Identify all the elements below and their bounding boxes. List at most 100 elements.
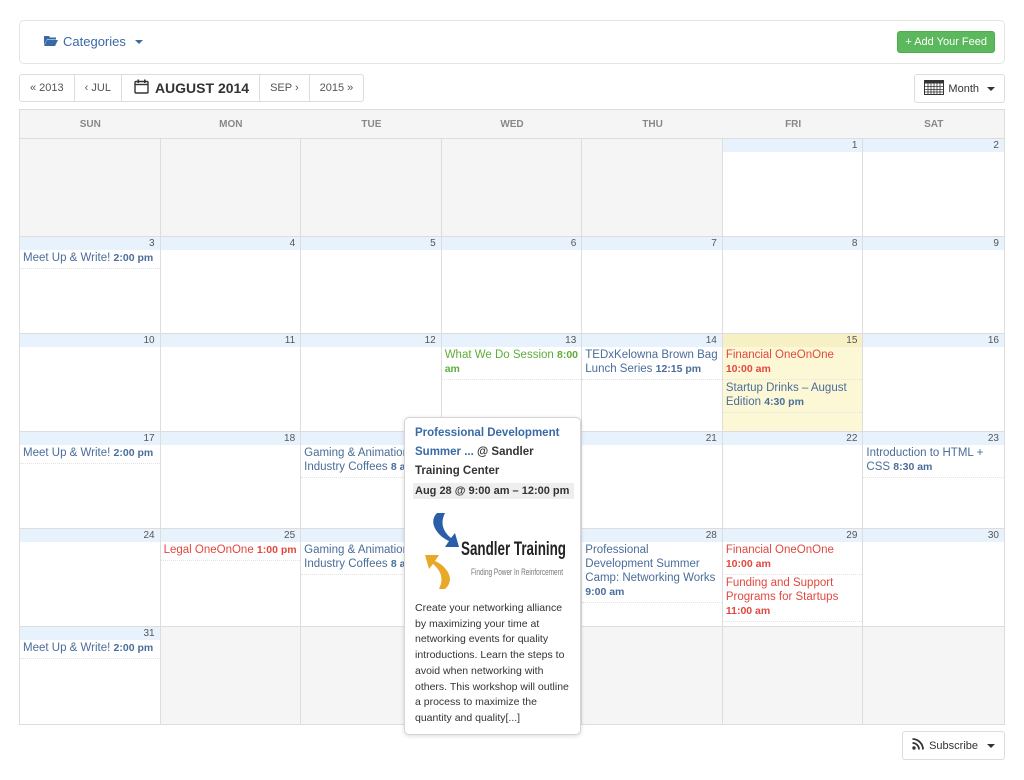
event-time: 10:00 am (725, 363, 771, 375)
day-number[interactable]: 28 (582, 529, 722, 542)
event-time: 8:30 am (893, 460, 933, 473)
day-number[interactable]: 13 (441, 334, 582, 347)
event-popover: Professional Development Summer ... @ Sa… (404, 417, 581, 735)
event-title: Meet Up & Write! (23, 446, 111, 459)
subscribe-label: Subscribe (929, 739, 978, 752)
day-number[interactable]: 16 (863, 334, 1004, 347)
week-row: 3 Meet Up & Write! 2:00 pm 4 5 6 7 8 9 (20, 236, 1004, 334)
current-month-picker[interactable]: AUGUST 2014 (122, 75, 261, 101)
day-number[interactable]: 23 (863, 431, 1004, 445)
event-time: 12:15 pm (655, 363, 702, 375)
prev-month-button[interactable]: ‹ JUL (75, 75, 122, 101)
popover-date: Aug 28 @ 9:00 am – 12:00 pm (413, 483, 574, 499)
day-number[interactable]: 8 (722, 236, 863, 250)
calendar-icon (134, 79, 149, 97)
day-cell: 25 Legal OneOnOne 1:00 pm (160, 529, 302, 626)
popover-title: Professional Development Summer ... @ Sa… (415, 424, 572, 481)
day-number[interactable]: 5 (301, 236, 441, 250)
next-month-button[interactable]: SEP › (260, 75, 310, 101)
weekday-sat: SAT (924, 119, 944, 130)
day-number[interactable]: 10 (20, 334, 160, 347)
categories-dropdown[interactable]: Categories (44, 34, 143, 49)
day-cell: 17 Meet Up & Write! 2:00 pm (20, 431, 161, 528)
day-number[interactable]: 30 (863, 529, 1004, 542)
day-cell-empty (20, 139, 161, 236)
day-cell: 1 (722, 139, 864, 236)
day-cell: 21 (582, 431, 723, 528)
calendar-event[interactable]: TEDxKelowna Brown Bag Lunch Series 12:15… (582, 347, 722, 380)
calendar-event[interactable]: Meet Up & Write! 2:00 pm (20, 250, 160, 269)
event-title: What We Do Session (444, 349, 554, 361)
calendar-event[interactable]: Introduction to HTML + CSS 8:30 am (863, 445, 1004, 478)
caret-down-icon (987, 86, 995, 91)
day-cell: 10 (20, 334, 161, 431)
day-cell: 8 (722, 236, 864, 333)
day-cell: 22 (722, 431, 864, 528)
week-row: 12 (20, 139, 1004, 237)
calendar-event[interactable]: Professional Development Summer Camp: Ne… (582, 542, 722, 603)
month-navigation: « 2013 ‹ JUL AUGUST 2014 SEP › 2015 » (19, 74, 365, 102)
calendar-event[interactable]: Financial OneOnOne 10:00 am (722, 542, 863, 575)
day-number[interactable]: 29 (722, 529, 863, 542)
day-number[interactable]: 21 (582, 431, 722, 445)
day-cell: 29 Financial OneOnOne 10:00 am Funding and… (722, 529, 864, 626)
day-number[interactable]: 17 (20, 431, 160, 445)
day-cell: 7 (582, 236, 723, 333)
day-cell: 28 Professional Development Summer Camp: … (582, 529, 723, 626)
day-number[interactable]: 11 (160, 334, 301, 347)
day-cell: 23 Introduction to HTML + CSS 8:30 am (863, 431, 1004, 528)
prev-year-button[interactable]: « 2013 (20, 75, 75, 101)
day-cell: 2 (863, 139, 1004, 236)
calendar-event[interactable]: Meet Up & Write! 2:00 pm (20, 640, 160, 659)
calendar-event[interactable]: Meet Up & Write! 2:00 pm (20, 445, 160, 464)
calendar-event[interactable]: What We Do Session 8:00 am (441, 347, 582, 380)
day-cell: 18 (160, 431, 302, 528)
event-title: Funding and Support Programs for Startup… (725, 577, 839, 603)
day-cell-empty (441, 139, 583, 236)
day-number[interactable]: 7 (582, 236, 722, 250)
event-time: 10:00 am (725, 558, 771, 570)
day-cell: 3 Meet Up & Write! 2:00 pm (20, 236, 161, 333)
day-cell: 31 Meet Up & Write! 2:00 pm (20, 626, 161, 724)
day-number[interactable]: 2 (863, 139, 1004, 152)
next-year-button[interactable]: 2015 » (310, 75, 364, 101)
logo-tagline: Finding Power In Reinforcement (471, 567, 563, 577)
day-number[interactable]: 24 (20, 529, 160, 542)
calendar-event[interactable]: Legal OneOnOne 1:00 pm (160, 542, 301, 561)
table-grid-icon (924, 79, 945, 98)
day-number[interactable]: 1 (722, 139, 863, 152)
weekday-tue: TUE (361, 119, 382, 130)
day-number[interactable]: 25 (160, 529, 301, 542)
day-cell: 30 (863, 529, 1004, 626)
calendar-event[interactable]: Financial OneOnOne 10:00 am (722, 347, 863, 380)
add-feed-button[interactable]: + Add Your Feed (897, 31, 995, 53)
day-cell: 4 (160, 236, 302, 333)
day-number[interactable]: 22 (722, 431, 863, 445)
current-month-label: AUGUST 2014 (154, 80, 250, 96)
event-title: Professional Development Summer Camp: Ne… (585, 544, 716, 584)
day-number[interactable]: 6 (441, 236, 582, 250)
day-number[interactable]: 15 (722, 334, 863, 347)
day-number[interactable]: 3 (20, 236, 160, 250)
day-number[interactable]: 4 (160, 236, 301, 250)
day-number[interactable]: 12 (301, 334, 441, 347)
event-time: 4:30 pm (764, 396, 804, 408)
day-cell: 16 (863, 334, 1004, 431)
day-number[interactable]: 14 (582, 334, 722, 347)
calendar-event[interactable]: Startup Drinks – August Edition 4:30 pm (722, 380, 863, 413)
day-number[interactable]: 9 (863, 236, 1004, 250)
day-cell: 5 (301, 236, 442, 333)
subscribe-button[interactable]: Subscribe (902, 731, 1005, 760)
day-number[interactable]: 18 (160, 431, 301, 445)
event-time: 2:00 pm (113, 251, 154, 264)
categories-label: Categories (63, 34, 126, 49)
event-title: Legal OneOnOne (163, 544, 254, 556)
event-time: 1:00 pm (256, 544, 297, 556)
event-title: Meet Up & Write! (23, 251, 111, 264)
day-cell: 11 (160, 334, 302, 431)
event-time: 2:00 pm (113, 446, 154, 459)
day-number[interactable]: 31 (20, 626, 160, 640)
weekday-sun: SUN (79, 119, 101, 130)
calendar-event[interactable]: Funding and Support Programs for Startup… (722, 575, 863, 622)
view-selector-button[interactable]: Month (914, 74, 1005, 103)
